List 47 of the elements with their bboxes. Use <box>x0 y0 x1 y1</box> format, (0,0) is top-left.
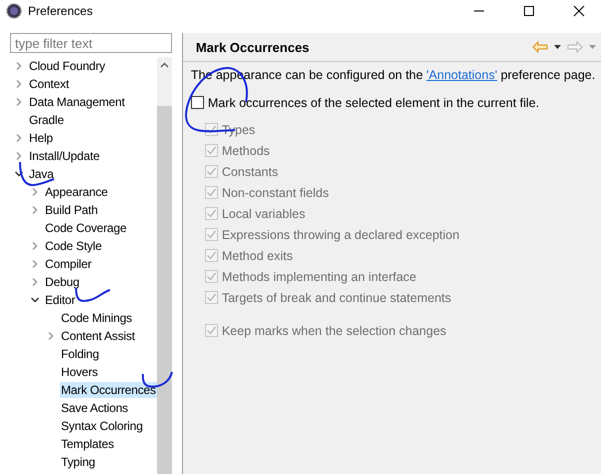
forward-arrow-icon[interactable] <box>567 41 584 53</box>
tree-item[interactable]: Save Actions <box>60 400 129 416</box>
tree-item[interactable]: Folding <box>60 346 100 362</box>
dropdown-icon[interactable] <box>554 45 562 49</box>
scroll-up-icon[interactable] <box>160 62 169 68</box>
window-title: Preferences <box>28 4 93 18</box>
option-label: Expressions throwing a declared exception <box>222 228 460 242</box>
option-label: Methods implementing an interface <box>222 270 416 284</box>
option-label: Local variables <box>222 206 306 220</box>
checkbox[interactable] <box>190 96 204 109</box>
back-arrow-icon[interactable] <box>532 41 548 53</box>
tree-item[interactable]: Context <box>28 76 70 92</box>
tree-item[interactable]: Code Minings <box>60 310 133 326</box>
option-label: Keep marks when the selection changes <box>222 324 446 338</box>
maximize-icon[interactable] <box>523 5 535 17</box>
option-label: Non-constant fields <box>222 186 329 200</box>
tree-item[interactable]: Debug <box>44 274 80 290</box>
tree-item[interactable]: Code Coverage <box>44 220 128 236</box>
tree-item[interactable]: Build Path <box>44 202 99 218</box>
option-label: Constants <box>222 164 278 178</box>
tree-item[interactable]: Code Style <box>44 238 103 254</box>
gear-icon <box>6 3 22 19</box>
tree-item[interactable]: Templates <box>60 436 115 452</box>
tree-item[interactable]: Editor <box>44 292 76 308</box>
tree-item[interactable]: Mark Occurrences <box>60 382 157 398</box>
tree-item[interactable]: Help <box>28 130 54 146</box>
tree-item[interactable]: Install/Update <box>28 148 101 164</box>
tree-item[interactable]: Content Assist <box>60 328 136 344</box>
tree-item[interactable]: Compiler <box>44 256 92 272</box>
close-icon[interactable] <box>573 5 585 17</box>
tree-item[interactable]: Hovers <box>60 364 99 380</box>
option-label: Method exits <box>222 248 293 262</box>
annotations-link[interactable]: 'Annotations' <box>426 68 498 82</box>
pen-stroke <box>19 162 54 186</box>
page-title: Mark Occurrences <box>196 40 310 54</box>
option-label: Targets of break and continue statements <box>222 290 452 304</box>
option-label: Methods <box>222 144 270 158</box>
filter-field[interactable]: type filter text <box>10 33 172 53</box>
option-label: Mark occurrences of the selected element in the current file. <box>208 96 540 110</box>
tree-item[interactable]: Typing <box>60 454 96 470</box>
tree-item[interactable]: Cloud Foundry <box>28 58 106 74</box>
tree-item[interactable]: Gradle <box>28 112 65 128</box>
tree-item[interactable]: Appearance <box>44 184 109 200</box>
tree-item[interactable]: Data Management <box>28 94 126 110</box>
pen-stroke <box>75 288 110 302</box>
tree-item[interactable]: Syntax Coloring <box>60 418 144 434</box>
tree-item[interactable]: Java <box>28 166 55 182</box>
